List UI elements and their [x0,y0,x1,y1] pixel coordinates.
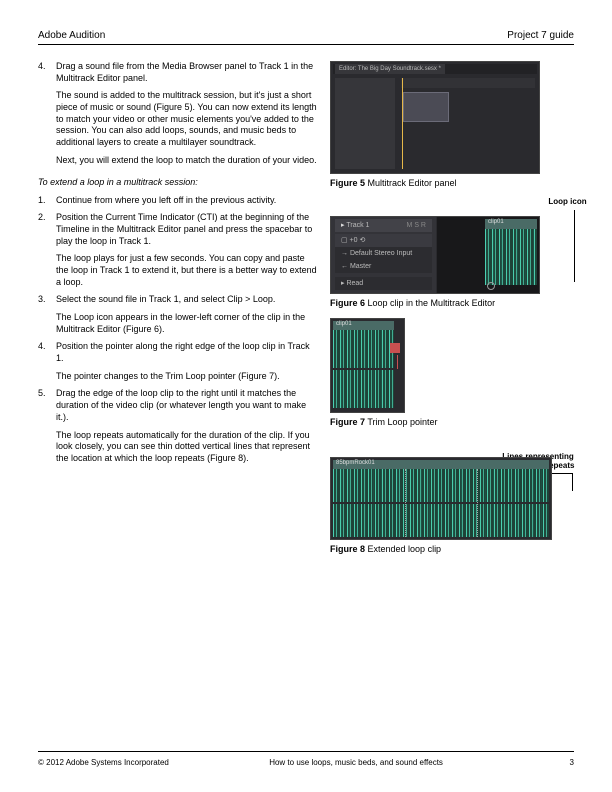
waveform-top [485,229,537,257]
figure-5-image: Editor: The Big Day Soundtrack.sesx * [330,61,540,174]
step-4: 4. Drag a sound file from the Media Brow… [38,61,318,167]
video-clip-thumb [403,92,449,122]
step-para: Next, you will extend the loop to match … [56,155,318,167]
step-text: Position the pointer along the right edg… [56,341,310,363]
step-item: 4. Position the pointer along the right … [38,341,318,382]
figure-label: Figure 7 [330,417,365,427]
header-left: Adobe Audition [38,30,105,41]
step-text: Position the Current Time Indicator (CTI… [56,212,312,245]
editor-tab-bar: Editor: The Big Day Soundtrack.sesx * [333,64,537,74]
step-text: Continue from where you left off in the … [56,195,276,205]
figure-7-caption: Figure 7 Trim Loop pointer [330,417,575,427]
header-right: Project 7 guide [507,30,574,41]
waveform-top [333,469,549,502]
trim-loop-pointer-stem [397,355,398,369]
loop-icon [487,282,495,290]
waveform-bottom [333,370,394,408]
figure-label: Figure 8 [330,544,365,554]
leader-line [572,473,573,491]
track-header-panel: ▸ Track 1 M S R ▢ +0 ⟲ → Default Stereo … [331,217,436,293]
waveform-bottom [333,504,549,537]
left-column: 4. Drag a sound file from the Media Brow… [38,61,318,554]
figure-6-image: ▸ Track 1 M S R ▢ +0 ⟲ → Default Stereo … [330,216,540,294]
clip-title: clip01 [333,321,394,330]
waveform-top [333,330,394,368]
figure-6-caption: Figure 6 Loop clip in the Multitrack Edi… [330,298,575,308]
step-item: 1. Continue from where you left off in t… [38,195,318,207]
step-item: 5. Drag the edge of the loop clip to the… [38,388,318,464]
loop-icon-annotation: Loop icon [540,198,595,207]
clip-title: clip01 [485,219,537,229]
figure-label: Figure 6 [330,298,365,308]
step-num: 4. [38,341,46,353]
step-para: The loop repeats automatically for the d… [56,430,318,465]
waveform-bottom [485,257,537,285]
figure-label: Figure 5 [330,178,365,188]
figure-5-caption: Figure 5 Multitrack Editor panel [330,178,575,188]
repeat-line [477,469,478,537]
step-item: 3. Select the sound file in Track 1, and… [38,294,318,335]
page-header: Adobe Audition Project 7 guide [38,30,574,45]
session-tab: Editor: The Big Day Soundtrack.sesx * [335,64,445,74]
step-num: 5. [38,388,46,400]
step-num: 2. [38,212,46,224]
trim-loop-pointer-icon [390,343,400,353]
step-num: 4. [38,61,46,73]
figure-8-caption: Figure 8 Extended loop clip [330,544,575,554]
leader-line [574,210,575,282]
footer-page-number: 3 [570,758,574,768]
step-text: Drag a sound file from the Media Browser… [56,61,313,83]
footer-copyright: © 2012 Adobe Systems Incorporated [38,758,169,768]
step-para: The sound is added to the multitrack ses… [56,90,318,148]
cti-line [402,78,403,169]
content: 4. Drag a sound file from the Media Brow… [38,61,574,554]
clip-title: 85bpmRock01 [333,460,549,469]
step-num: 3. [38,294,46,306]
step-para: The loop plays for just a few seconds. Y… [56,253,318,288]
step-para: The Loop icon appears in the lower-left … [56,312,318,335]
step-text: Drag the edge of the loop clip to the ri… [56,388,306,421]
step-num: 1. [38,195,46,207]
page-footer: © 2012 Adobe Systems Incorporated How to… [38,751,574,768]
figure-8-image: 85bpmRock01 [330,457,552,540]
step-4-list: 4. Drag a sound file from the Media Brow… [38,61,318,167]
timeline-ruler [401,78,535,88]
section-lead: To extend a loop in a multitrack session… [38,177,318,187]
step-para: The pointer changes to the Trim Loop poi… [56,371,318,383]
footer-title: How to use loops, music beds, and sound … [269,758,469,768]
track-headers [335,78,395,169]
step-text: Select the sound file in Track 1, and se… [56,294,275,304]
repeat-line [405,469,406,537]
extend-loop-steps: 1. Continue from where you left off in t… [38,195,318,465]
step-item: 2. Position the Current Time Indicator (… [38,212,318,288]
right-column: Editor: The Big Day Soundtrack.sesx * Fi… [330,61,575,554]
figure-7-image: clip01 [330,318,405,413]
